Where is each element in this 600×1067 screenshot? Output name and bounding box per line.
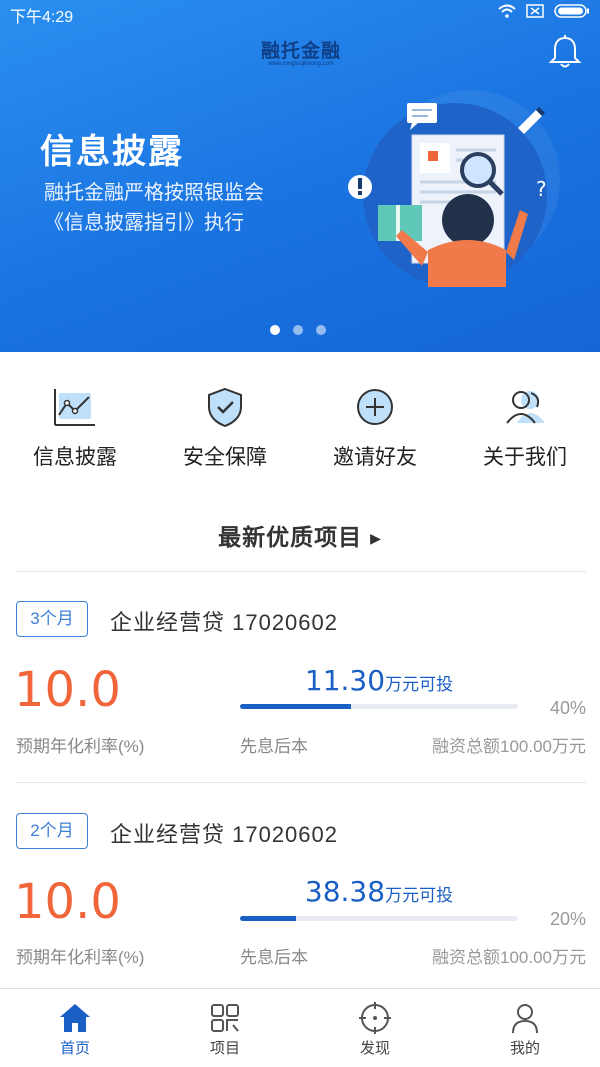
battery-icon (554, 4, 589, 18)
term-badge: 3个月 (16, 601, 88, 637)
project-name: 企业经营贷 17020602 (110, 822, 338, 847)
shield-check-icon (208, 387, 242, 428)
banner-subtitle-line2: 《信息披露指引》执行 (44, 212, 244, 234)
available-amount-unit: 万元可投 (385, 886, 454, 905)
chart-icon (54, 389, 95, 426)
tab-label: 我的 (509, 1040, 540, 1057)
section-title-text: 最新优质项目 (218, 524, 363, 550)
project-card[interactable]: 2个月 企业经营贷 17020602 10.0 预期年化利率(%) 38.38万… (0, 783, 600, 993)
grid-icon (211, 1004, 239, 1032)
tab-mine[interactable]: 我的 (450, 989, 600, 1067)
tab-home[interactable]: 首页 (0, 989, 150, 1067)
project-name: 企业经营贷 17020602 (110, 610, 338, 635)
available-amount: 11.30万元可投 (240, 664, 518, 697)
progress-bar-fill (240, 916, 296, 921)
triangle-right-icon: ▶ (370, 530, 382, 547)
disclosure-illustration: ? (348, 103, 547, 287)
available-amount-number: 11.30 (304, 664, 386, 697)
repay-method: 先息后本 (240, 948, 308, 967)
tab-projects[interactable]: 项目 (150, 989, 300, 1067)
carousel-indicator (270, 325, 326, 335)
svg-text:?: ? (536, 177, 547, 201)
quick-item-label: 关于我们 (483, 446, 567, 469)
bottom-tab-bar: 首页 项目 发现 我的 (0, 988, 600, 1067)
rate-value: 10.0 (14, 662, 121, 718)
banner-subtitle-line1: 融托金融严格按照银监会 (44, 182, 264, 204)
quick-item-security[interactable]: 安全保障 (150, 385, 300, 475)
status-time: 下午4:29 (10, 9, 74, 26)
total-amount: 融资总额100.00万元 (432, 737, 586, 756)
user-icon (512, 1004, 538, 1034)
available-amount: 38.38万元可投 (240, 875, 518, 908)
quick-item-label: 信息披露 (33, 446, 117, 469)
tab-label: 首页 (59, 1040, 90, 1057)
bell-icon[interactable] (548, 34, 582, 70)
progress-bar (240, 704, 518, 709)
progress-percent: 40% (549, 698, 586, 718)
sim-icon (526, 4, 544, 18)
people-icon (506, 391, 545, 424)
progress-bar (240, 916, 518, 921)
rate-value: 10.0 (14, 874, 121, 930)
home-icon (60, 1004, 90, 1032)
status-bar: 下午4:29 (0, 0, 600, 26)
tab-discover[interactable]: 发现 (300, 989, 450, 1067)
quick-item-label: 安全保障 (183, 446, 267, 469)
compass-icon (359, 1002, 391, 1034)
quick-menu: 信息披露 安全保障 邀请好友 关于我们 (0, 385, 600, 475)
rate-label: 预期年化利率(%) (16, 737, 145, 756)
carousel-dot[interactable] (270, 325, 280, 335)
total-amount: 融资总额100.00万元 (432, 948, 586, 967)
term-badge: 2个月 (16, 813, 88, 849)
quick-item-invite[interactable]: 邀请好友 (300, 385, 450, 475)
progress-bar-fill (240, 704, 352, 709)
carousel-dot[interactable] (293, 325, 303, 335)
wifi-icon (498, 4, 516, 18)
plus-circle-icon (357, 389, 393, 425)
logo-url: www.rongtuojinrong.com (268, 61, 334, 67)
banner-carousel[interactable]: 下午4:29 融托金融 www.rongtuojinrong.com 信息披露 … (0, 0, 600, 352)
repay-method: 先息后本 (240, 737, 308, 756)
rate-label: 预期年化利率(%) (16, 948, 145, 967)
status-icons (498, 4, 590, 18)
carousel-dot[interactable] (316, 325, 326, 335)
available-amount-unit: 万元可投 (385, 675, 454, 694)
banner-title: 信息披露 (40, 133, 184, 171)
brand-logo: 融托金融 www.rongtuojinrong.com (255, 36, 347, 67)
project-card[interactable]: 3个月 企业经营贷 17020602 10.0 预期年化利率(%) 11.30万… (0, 572, 600, 782)
tab-label: 发现 (359, 1040, 390, 1057)
logo-text: 融托金融 (260, 41, 341, 62)
quick-item-label: 邀请好友 (333, 446, 417, 469)
tab-label: 项目 (209, 1040, 240, 1057)
quick-item-disclosure[interactable]: 信息披露 (0, 385, 150, 475)
quick-item-about[interactable]: 关于我们 (450, 385, 600, 475)
progress-percent: 20% (549, 909, 586, 929)
available-amount-number: 38.38 (304, 875, 386, 908)
section-title-latest-projects[interactable]: 最新优质项目 ▶ (0, 518, 600, 552)
